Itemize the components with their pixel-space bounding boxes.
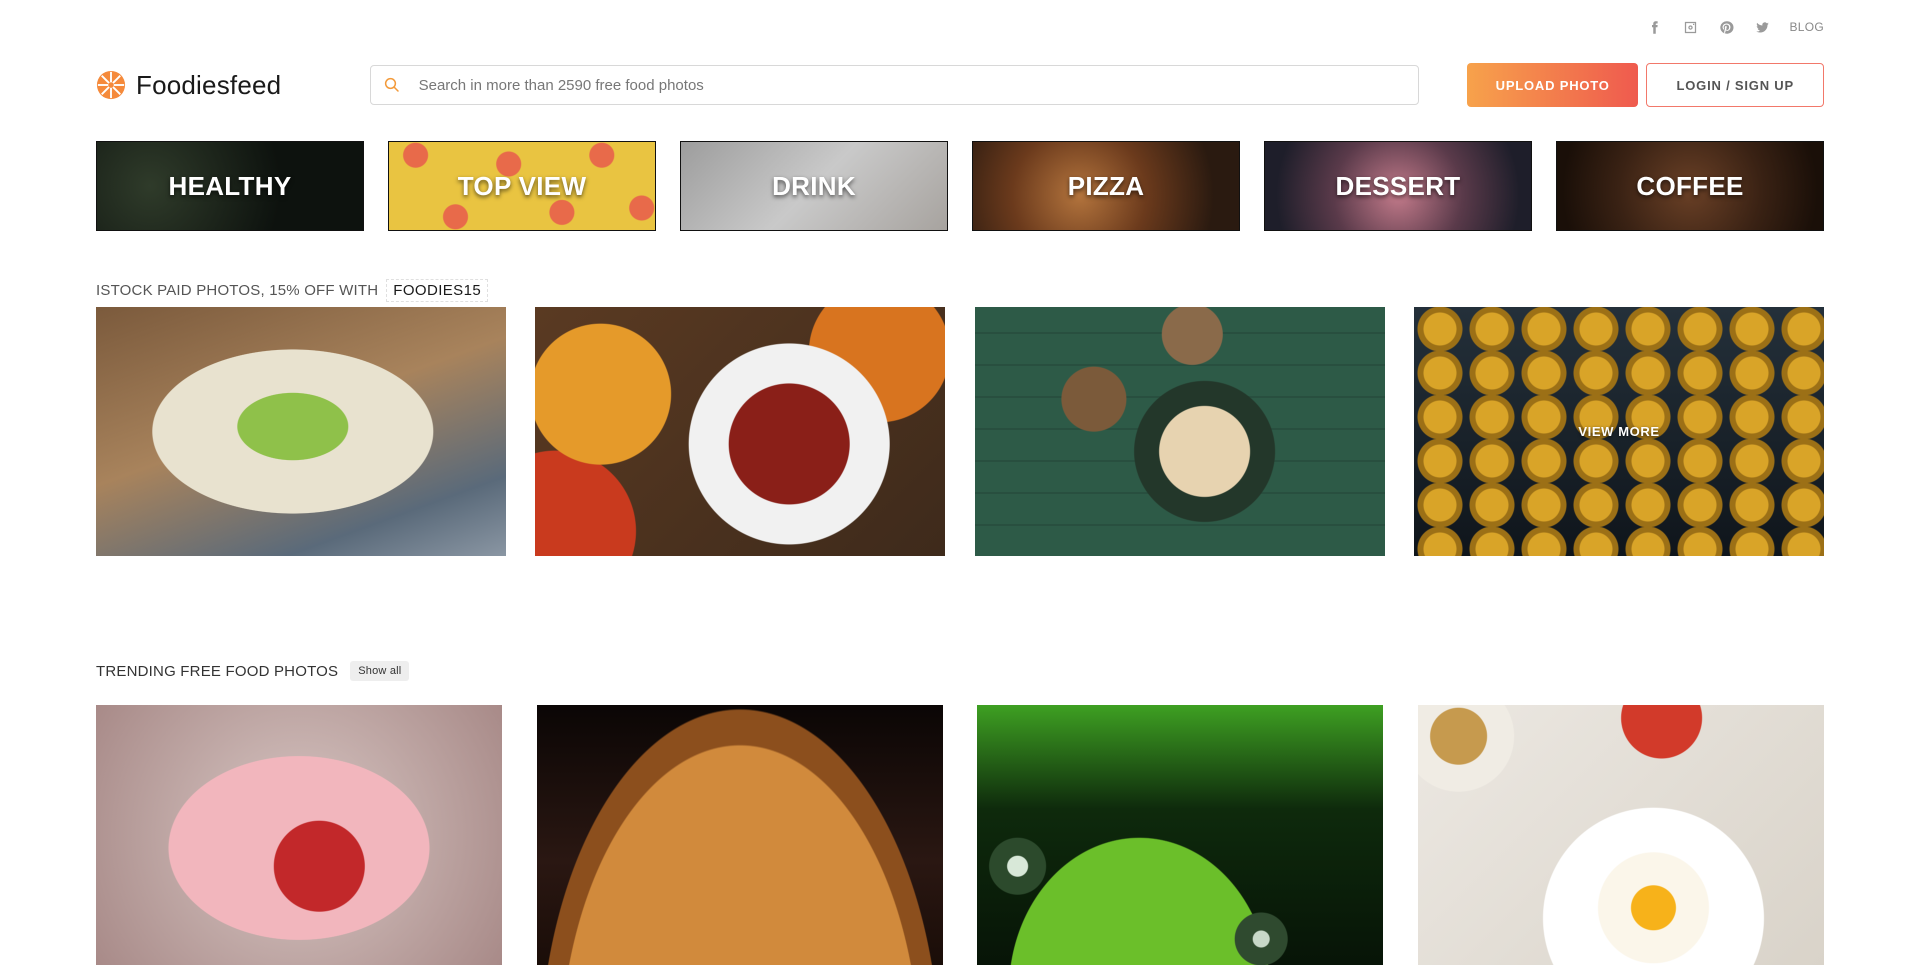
upload-photo-button[interactable]: UPLOAD PHOTO: [1466, 63, 1639, 107]
photo-burger[interactable]: [536, 705, 943, 965]
login-signup-button[interactable]: LOGIN / SIGN UP: [1646, 63, 1824, 107]
trending-photo-row: [96, 705, 1824, 965]
photo-green-bubbles[interactable]: [977, 705, 1384, 965]
facebook-icon[interactable]: [1645, 18, 1663, 36]
category-pizza[interactable]: PIZZA: [972, 141, 1240, 231]
photo-spices[interactable]: [535, 307, 946, 556]
photo-breakfast-eggs[interactable]: [1417, 705, 1824, 965]
search-box[interactable]: [369, 65, 1419, 105]
category-healthy[interactable]: HEALTHY: [96, 141, 364, 231]
category-label: DESSERT: [1335, 170, 1461, 201]
logo[interactable]: Foodiesfeed: [96, 70, 330, 101]
brand-name: Foodiesfeed: [136, 69, 282, 100]
category-label: HEALTHY: [168, 170, 292, 201]
category-strip: HEALTHY TOP VIEW DRINK PIZZA DESSERT COF…: [96, 141, 1824, 231]
category-top-view[interactable]: TOP VIEW: [388, 141, 656, 231]
search-input[interactable]: [416, 75, 1418, 95]
category-coffee[interactable]: COFFEE: [1556, 141, 1824, 231]
photo-salad[interactable]: [96, 307, 506, 556]
twitter-icon[interactable]: [1753, 18, 1771, 36]
category-drink[interactable]: DRINK: [680, 141, 948, 231]
category-dessert[interactable]: DESSERT: [1264, 141, 1532, 231]
category-label: TOP VIEW: [457, 170, 587, 201]
instagram-icon[interactable]: [1681, 18, 1699, 36]
photo-egg-tarts[interactable]: VIEW MORE: [1413, 307, 1824, 556]
pinterest-icon[interactable]: [1717, 18, 1735, 36]
trending-heading: TRENDING FREE FOOD PHOTOS Show all: [96, 661, 410, 681]
show-all-button[interactable]: Show all: [350, 661, 410, 681]
blog-link[interactable]: BLOG: [1789, 20, 1824, 34]
photo-pasta[interactable]: [974, 307, 1385, 556]
view-more-link[interactable]: VIEW MORE: [1414, 307, 1824, 556]
category-label: DRINK: [772, 170, 856, 201]
category-label: COFFEE: [1636, 170, 1744, 201]
social-bar: BLOG: [1645, 18, 1824, 36]
logo-icon: [96, 70, 126, 100]
header: Foodiesfeed UPLOAD PHOTO LOGIN / SIGN UP: [96, 63, 1824, 107]
search-icon: [384, 77, 399, 92]
trending-heading-text: TRENDING FREE FOOD PHOTOS: [96, 662, 339, 680]
istock-heading-text: ISTOCK PAID PHOTOS, 15% OFF WITH: [96, 282, 379, 299]
photo-strawberry-splash[interactable]: [96, 705, 502, 965]
category-label: PIZZA: [1067, 170, 1145, 201]
istock-heading: ISTOCK PAID PHOTOS, 15% OFF WITH FOODIES…: [96, 279, 489, 302]
promo-code[interactable]: FOODIES15: [386, 279, 489, 302]
istock-photo-row: VIEW MORE: [96, 307, 1824, 556]
